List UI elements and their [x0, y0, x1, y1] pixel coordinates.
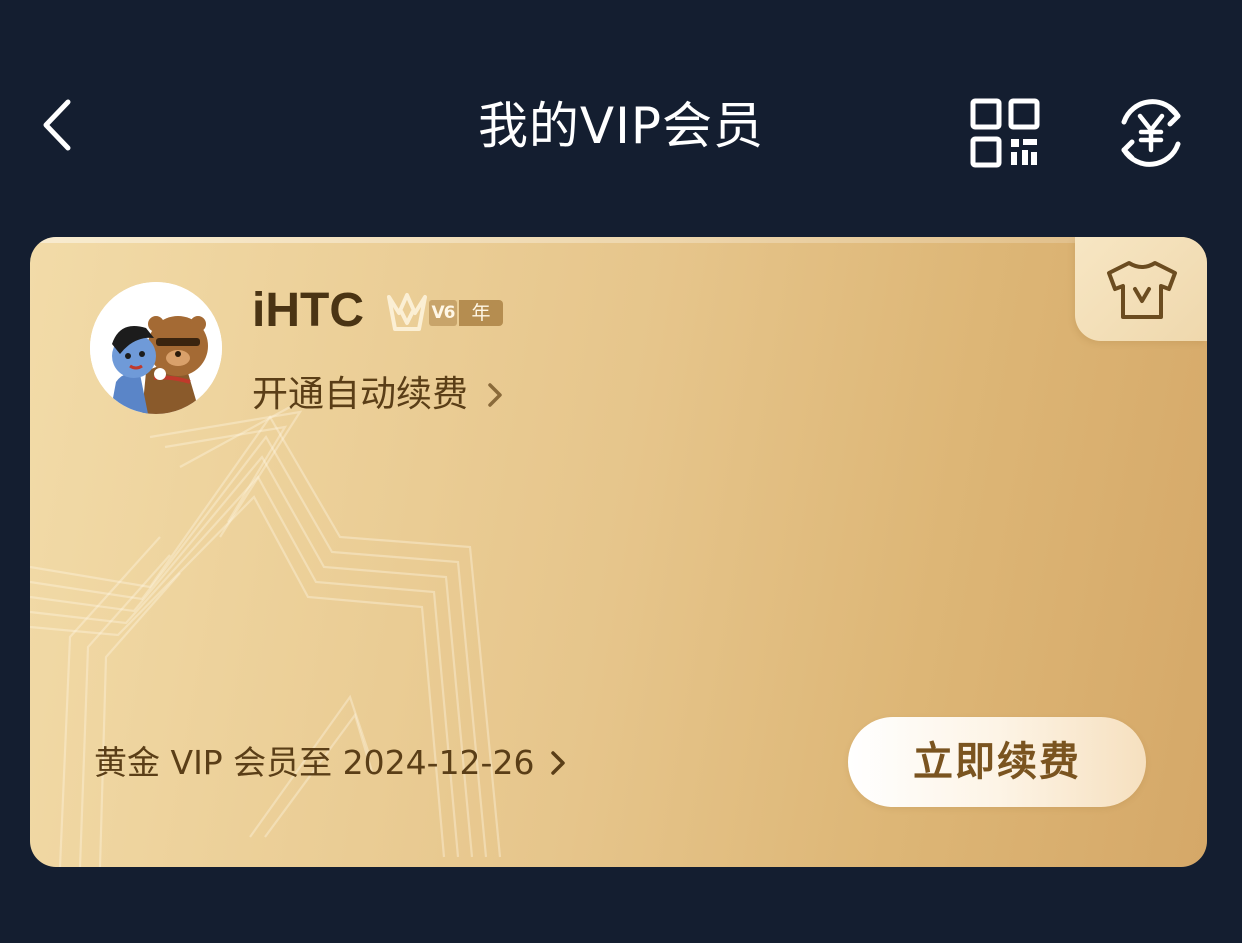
qr-code-button[interactable] [968, 96, 1042, 170]
qr-code-icon [970, 98, 1040, 168]
crown-v-icon [387, 293, 427, 331]
dress-up-corner-button[interactable] [1075, 237, 1207, 341]
vip-level-label: V6 [429, 300, 457, 326]
avatar-cartoon-image [90, 282, 222, 414]
chevron-right-icon [551, 751, 566, 775]
tshirt-v-icon [1107, 261, 1177, 319]
vip-year-label: 年 [459, 300, 503, 326]
nav-header: 我的VIP会员 [0, 60, 1242, 200]
membership-expiry-text: 黄金 VIP 会员至 2024-12-26 [94, 743, 535, 782]
membership-expiry-link[interactable]: 黄金 VIP 会员至 2024-12-26 [94, 737, 566, 789]
vip-page: 我的VIP会员 iHTC V6 年 开通自动续费 黄金 VIP 会员至 2024… [0, 0, 1242, 943]
auto-renew-label: 开通自动续费 [252, 374, 469, 415]
username: iHTC [252, 284, 364, 337]
renew-now-button[interactable]: 立即续费 [848, 717, 1146, 807]
card-top-sheen [30, 237, 1207, 243]
vip-level-badge: V6 年 [385, 291, 505, 333]
vip-membership-card: iHTC V6 年 开通自动续费 黄金 VIP 会员至 2024-12-26 立… [30, 237, 1207, 867]
page-title: 我的VIP会员 [477, 97, 765, 155]
auto-renew-link[interactable]: 开通自动续费 [252, 367, 504, 423]
currency-button[interactable] [1112, 94, 1190, 172]
chevron-right-icon [488, 383, 502, 407]
avatar[interactable] [90, 282, 222, 414]
yuan-refresh-icon [1121, 99, 1181, 167]
